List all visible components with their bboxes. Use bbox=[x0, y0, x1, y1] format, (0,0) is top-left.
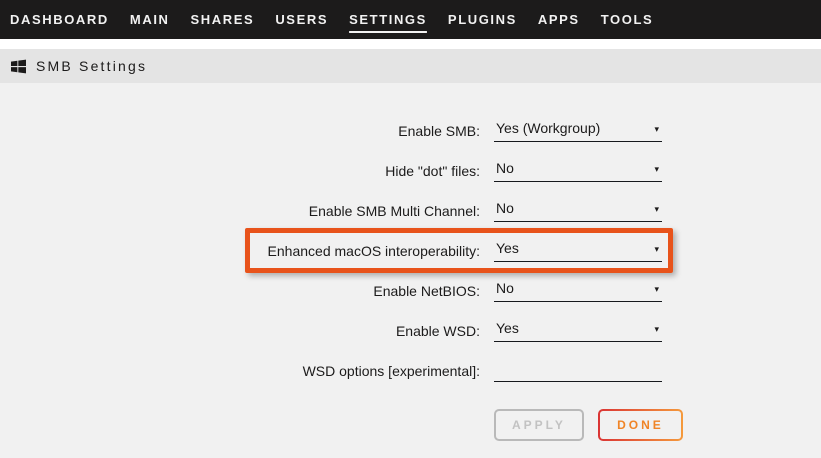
settings-form: Enable SMB:Yes (Workgroup)▾Hide "dot" fi… bbox=[0, 83, 821, 458]
nav-spacer bbox=[0, 39, 821, 49]
dropdown-arrow-icon: ▾ bbox=[654, 282, 659, 296]
main-nav: DASHBOARD MAIN SHARES USERS SETTINGS PLUGINS A… bbox=[0, 0, 821, 39]
enable-smb-select[interactable]: Yes (Workgroup) ▾ bbox=[494, 120, 662, 142]
enhanced-macos-interoperability-label: Enhanced macOS interoperability: bbox=[0, 243, 480, 259]
enable-smb-multi-channel-select[interactable]: No ▾ bbox=[494, 200, 662, 222]
form-row-enhanced-macos-interoperability: Enhanced macOS interoperability: Yes ▾ bbox=[0, 231, 821, 271]
dropdown-arrow-icon: ▾ bbox=[654, 162, 659, 176]
form-buttons: APPLY DONE bbox=[494, 409, 821, 441]
page-header: SMB Settings bbox=[0, 49, 821, 83]
enable-netbios-value: No bbox=[496, 280, 514, 296]
enable-smb-value: Yes (Workgroup) bbox=[496, 120, 600, 136]
dropdown-arrow-icon: ▾ bbox=[654, 122, 659, 136]
form-row-wsd-options: WSD options [experimental]: bbox=[0, 351, 821, 391]
nav-item-apps[interactable]: APPS bbox=[538, 12, 580, 27]
enable-netbios-select[interactable]: No ▾ bbox=[494, 280, 662, 302]
page-title: SMB Settings bbox=[36, 58, 147, 74]
enable-wsd-label: Enable WSD: bbox=[0, 323, 480, 339]
nav-item-users[interactable]: USERS bbox=[275, 12, 328, 27]
nav-item-settings[interactable]: SETTINGS bbox=[349, 12, 427, 27]
apply-button[interactable]: APPLY bbox=[494, 409, 584, 441]
hide-dot-files-label: Hide "dot" files: bbox=[0, 163, 480, 179]
form-row-enable-smb-multi-channel: Enable SMB Multi Channel: No ▾ bbox=[0, 191, 821, 231]
enhanced-macos-interoperability-select[interactable]: Yes ▾ bbox=[494, 240, 662, 262]
done-button[interactable]: DONE bbox=[598, 409, 683, 441]
dropdown-arrow-icon: ▾ bbox=[654, 322, 659, 336]
nav-item-shares[interactable]: SHARES bbox=[191, 12, 255, 27]
form-row-enable-smb: Enable SMB: Yes (Workgroup) ▾ bbox=[0, 111, 821, 151]
enable-netbios-label: Enable NetBIOS: bbox=[0, 283, 480, 299]
wsd-options-label: WSD options [experimental]: bbox=[0, 363, 480, 379]
wsd-options-input[interactable] bbox=[494, 360, 662, 382]
enable-smb-multi-channel-value: No bbox=[496, 200, 514, 216]
nav-item-main[interactable]: MAIN bbox=[130, 12, 170, 27]
nav-item-tools[interactable]: TOOLS bbox=[601, 12, 654, 27]
nav-item-dashboard[interactable]: DASHBOARD bbox=[10, 12, 109, 27]
enable-wsd-select[interactable]: Yes ▾ bbox=[494, 320, 662, 342]
enable-smb-multi-channel-label: Enable SMB Multi Channel: bbox=[0, 203, 480, 219]
form-row-enable-netbios: Enable NetBIOS: No ▾ bbox=[0, 271, 821, 311]
enable-smb-label: Enable SMB: bbox=[0, 123, 480, 139]
hide-dot-files-value: No bbox=[496, 160, 514, 176]
form-row-hide-dot-files: Hide "dot" files: No ▾ bbox=[0, 151, 821, 191]
dropdown-arrow-icon: ▾ bbox=[654, 202, 659, 216]
nav-item-plugins[interactable]: PLUGINS bbox=[448, 12, 517, 27]
enable-wsd-value: Yes bbox=[496, 320, 519, 336]
enhanced-macos-interoperability-value: Yes bbox=[496, 240, 519, 256]
form-row-enable-wsd: Enable WSD: Yes ▾ bbox=[0, 311, 821, 351]
hide-dot-files-select[interactable]: No ▾ bbox=[494, 160, 662, 182]
dropdown-arrow-icon: ▾ bbox=[654, 242, 659, 256]
windows-icon bbox=[11, 59, 26, 74]
